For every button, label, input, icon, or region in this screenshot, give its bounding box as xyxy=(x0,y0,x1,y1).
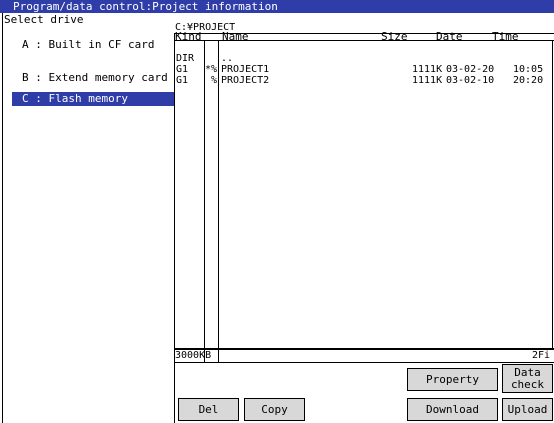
column-header-name: Name xyxy=(222,30,249,43)
row-name[interactable]: .. xyxy=(221,53,233,64)
row-time: 10:05 xyxy=(513,64,544,75)
drive-item-b[interactable]: B : Extend memory card xyxy=(22,71,168,85)
data-check-label-line2: check xyxy=(510,377,545,391)
capacity-label: 3000KB xyxy=(175,350,212,361)
data-check-button[interactable]: Data check xyxy=(502,364,553,393)
footer-divider xyxy=(174,362,554,363)
property-button-label: Property xyxy=(426,372,479,386)
row-name[interactable]: PROJECT1 xyxy=(221,64,269,75)
row-flag: *% xyxy=(205,64,218,75)
copy-button[interactable]: Copy xyxy=(244,398,305,421)
header-divider xyxy=(174,40,554,41)
download-button[interactable]: Download xyxy=(407,398,498,421)
column-divider xyxy=(204,40,205,362)
row-kind: DIR xyxy=(176,53,195,64)
download-button-label: Download xyxy=(426,402,479,416)
row-time: 20:20 xyxy=(513,75,544,86)
row-size: 1111K xyxy=(412,75,443,86)
delete-button[interactable]: Del xyxy=(178,398,239,421)
row-size: 1111K xyxy=(412,64,443,75)
footer-divider xyxy=(174,349,554,350)
row-kind: G1 xyxy=(176,75,189,86)
file-count-label: 2Fi xyxy=(532,350,551,361)
row-flag: % xyxy=(211,75,218,86)
drive-item-a[interactable]: A : Built in CF card xyxy=(22,38,154,52)
column-header-time: Time xyxy=(492,30,519,43)
window-title: Program/data control:Project information xyxy=(0,0,554,13)
select-drive-label: Select drive xyxy=(4,13,84,26)
upload-button-label: Upload xyxy=(507,402,548,416)
row-date: 03-02-20 xyxy=(446,64,495,75)
column-header-date: Date xyxy=(436,30,463,43)
row-date: 03-02-10 xyxy=(446,75,495,86)
row-name[interactable]: PROJECT2 xyxy=(221,75,269,86)
column-divider xyxy=(218,40,219,362)
copy-button-label: Copy xyxy=(261,402,288,416)
left-divider xyxy=(2,13,3,423)
scrollbar-track[interactable] xyxy=(552,40,553,349)
row-kind: G1 xyxy=(176,64,189,75)
column-header-kind: Kind xyxy=(175,30,202,43)
drive-item-c[interactable]: C : Flash memory xyxy=(12,92,174,106)
delete-button-label: Del xyxy=(198,402,219,416)
data-check-label-line1: Data xyxy=(514,365,541,379)
property-button[interactable]: Property xyxy=(407,368,498,391)
upload-button[interactable]: Upload xyxy=(502,398,553,421)
column-header-size: Size xyxy=(381,30,408,43)
